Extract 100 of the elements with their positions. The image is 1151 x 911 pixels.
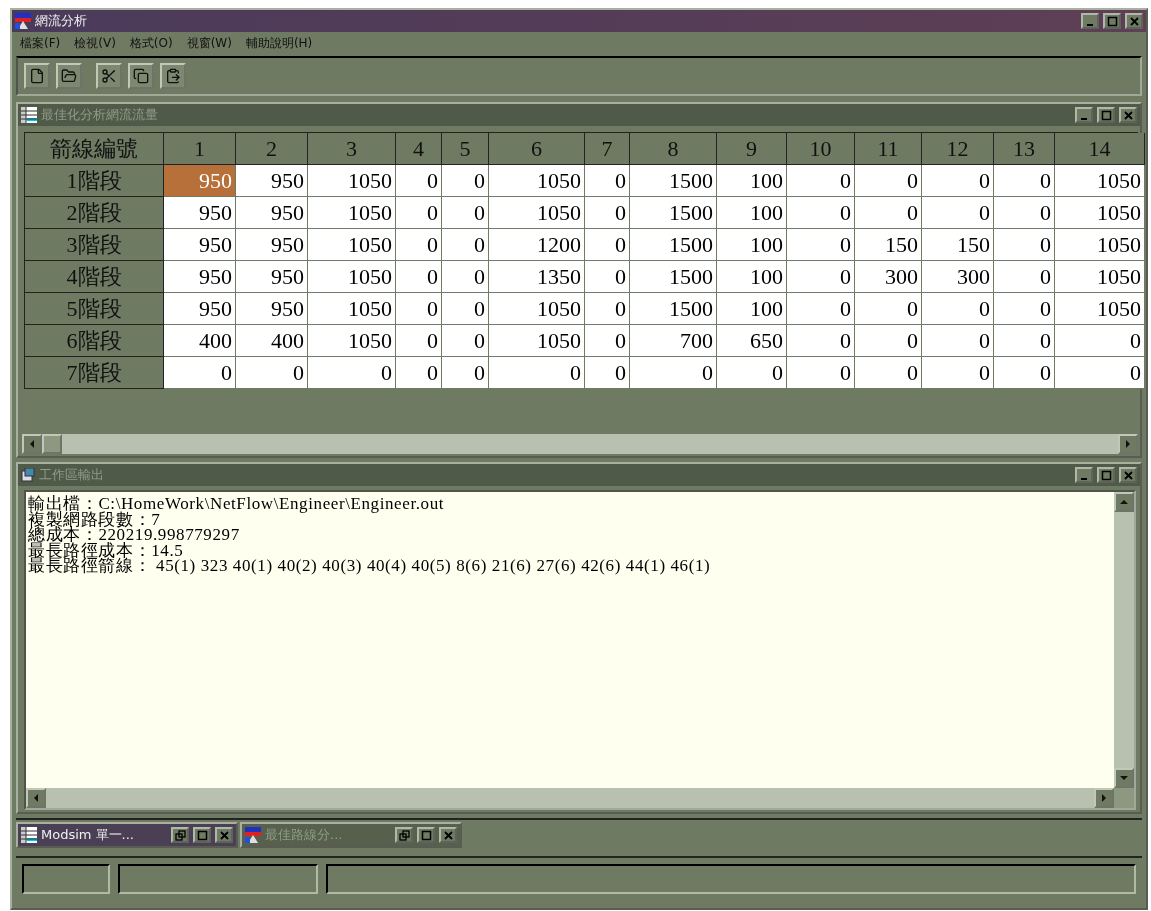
table-cell[interactable]: 0 xyxy=(922,357,994,389)
table-cell[interactable]: 100 xyxy=(717,165,787,197)
table-cell[interactable]: 0 xyxy=(236,357,308,389)
table-cell[interactable]: 0 xyxy=(630,357,717,389)
scroll-thumb[interactable] xyxy=(42,434,62,454)
table-cell[interactable]: 0 xyxy=(787,197,855,229)
scroll-down-button[interactable] xyxy=(1114,768,1134,788)
table-cell[interactable]: 950 xyxy=(236,197,308,229)
menu-item[interactable]: 輔助說明(H) xyxy=(245,34,313,52)
table-cell[interactable]: 100 xyxy=(717,261,787,293)
table-cell[interactable]: 0 xyxy=(855,325,922,357)
maximize-button[interactable] xyxy=(1103,13,1121,29)
table-cell[interactable]: 0 xyxy=(585,165,630,197)
table-cell[interactable]: 0 xyxy=(396,325,442,357)
table-cell[interactable]: 950 xyxy=(236,261,308,293)
table-cell[interactable]: 400 xyxy=(236,325,308,357)
table-cell[interactable]: 0 xyxy=(396,357,442,389)
table-cell[interactable]: 0 xyxy=(585,293,630,325)
table-cell[interactable]: 700 xyxy=(630,325,717,357)
table-cell[interactable]: 0 xyxy=(994,229,1055,261)
table-cell[interactable]: 1050 xyxy=(1055,165,1145,197)
table-cell[interactable]: 0 xyxy=(442,197,489,229)
table-cell[interactable]: 1350 xyxy=(489,261,585,293)
maximize-button[interactable] xyxy=(1097,107,1115,123)
table-cell[interactable]: 0 xyxy=(396,293,442,325)
size-grip[interactable] xyxy=(1114,788,1134,808)
table-cell[interactable]: 1500 xyxy=(630,165,717,197)
close-button[interactable] xyxy=(1119,467,1137,483)
table-cell[interactable]: 0 xyxy=(442,165,489,197)
table-cell[interactable]: 1050 xyxy=(1055,197,1145,229)
table-cell[interactable]: 0 xyxy=(994,165,1055,197)
menu-item[interactable]: 檔案(F) xyxy=(20,34,61,52)
table-cell[interactable]: 0 xyxy=(855,165,922,197)
close-button[interactable] xyxy=(1125,13,1143,29)
table-cell[interactable]: 1050 xyxy=(308,229,396,261)
table-cell[interactable]: 0 xyxy=(855,197,922,229)
minimize-button[interactable] xyxy=(1081,13,1099,29)
table-cell[interactable]: 950 xyxy=(164,229,236,261)
close-button[interactable] xyxy=(439,827,457,843)
table-cell[interactable]: 300 xyxy=(922,261,994,293)
table-cell[interactable]: 0 xyxy=(396,261,442,293)
table-cell[interactable]: 950 xyxy=(164,261,236,293)
menu-item[interactable]: 視窗(W) xyxy=(186,34,232,52)
table-cell[interactable]: 1050 xyxy=(308,261,396,293)
table-cell[interactable]: 950 xyxy=(236,165,308,197)
restore-button[interactable] xyxy=(171,827,189,843)
table-cell[interactable]: 400 xyxy=(164,325,236,357)
table-cell[interactable]: 0 xyxy=(585,325,630,357)
vertical-scrollbar[interactable] xyxy=(1114,492,1134,788)
scroll-right-button[interactable] xyxy=(1118,434,1138,454)
table-cell[interactable]: 0 xyxy=(308,357,396,389)
paste-button[interactable] xyxy=(160,63,186,89)
table-cell[interactable]: 150 xyxy=(855,229,922,261)
table-cell[interactable]: 0 xyxy=(396,229,442,261)
table-cell[interactable]: 950 xyxy=(236,293,308,325)
table-cell[interactable]: 0 xyxy=(585,229,630,261)
scroll-left-button[interactable] xyxy=(22,434,42,454)
table-cell[interactable]: 0 xyxy=(994,357,1055,389)
table-cell[interactable]: 0 xyxy=(787,325,855,357)
table-cell[interactable]: 950 xyxy=(236,229,308,261)
table-cell[interactable]: 1050 xyxy=(1055,229,1145,261)
output-text-area[interactable]: 輸出檔：C:\HomeWork\NetFlow\Engineer\Engineer.out 複製網路段數：7 總成本：220219.998779297 最長路徑成本：14.5 最長路徑箭線： 45(1) 323 40(1) 40(2) 40(3) 40(4) 40(5) 8(6) 21(6) 27(6) 42(6) 44(1) 46(1) xyxy=(26,492,1114,788)
table-cell[interactable]: 0 xyxy=(442,229,489,261)
maximize-button[interactable] xyxy=(193,827,211,843)
table-cell[interactable]: 950 xyxy=(164,197,236,229)
scroll-up-button[interactable] xyxy=(1114,492,1134,512)
table-cell[interactable]: 0 xyxy=(442,357,489,389)
table-cell[interactable]: 0 xyxy=(585,357,630,389)
maximize-button[interactable] xyxy=(417,827,435,843)
scroll-left-button[interactable] xyxy=(26,788,46,808)
close-button[interactable] xyxy=(215,827,233,843)
table-cell[interactable]: 0 xyxy=(1055,325,1145,357)
maximize-button[interactable] xyxy=(1097,467,1115,483)
table-cell[interactable]: 950 xyxy=(164,165,236,197)
table-cell[interactable]: 300 xyxy=(855,261,922,293)
minimized-window[interactable]: Modsim 單一... xyxy=(16,822,238,848)
restore-button[interactable] xyxy=(395,827,413,843)
table-cell[interactable]: 0 xyxy=(922,325,994,357)
table-cell[interactable]: 0 xyxy=(994,325,1055,357)
table-cell[interactable]: 0 xyxy=(164,357,236,389)
table-cell[interactable]: 1050 xyxy=(1055,261,1145,293)
table-cell[interactable]: 1500 xyxy=(630,261,717,293)
minimize-button[interactable] xyxy=(1075,107,1093,123)
open-folder-button[interactable] xyxy=(56,63,82,89)
table-cell[interactable]: 650 xyxy=(717,325,787,357)
table-cell[interactable]: 100 xyxy=(717,197,787,229)
table-cell[interactable]: 0 xyxy=(994,293,1055,325)
table-cell[interactable]: 0 xyxy=(396,165,442,197)
table-cell[interactable]: 0 xyxy=(442,261,489,293)
horizontal-scrollbar[interactable] xyxy=(26,788,1114,808)
table-cell[interactable]: 1050 xyxy=(489,325,585,357)
table-cell[interactable]: 0 xyxy=(787,293,855,325)
table-cell[interactable]: 0 xyxy=(585,197,630,229)
table-cell[interactable]: 950 xyxy=(164,293,236,325)
table-cell[interactable]: 1500 xyxy=(630,293,717,325)
table-cell[interactable]: 1500 xyxy=(630,229,717,261)
table-cell[interactable]: 0 xyxy=(787,165,855,197)
table-cell[interactable]: 0 xyxy=(442,325,489,357)
table-cell[interactable]: 0 xyxy=(994,197,1055,229)
table-cell[interactable]: 150 xyxy=(922,229,994,261)
